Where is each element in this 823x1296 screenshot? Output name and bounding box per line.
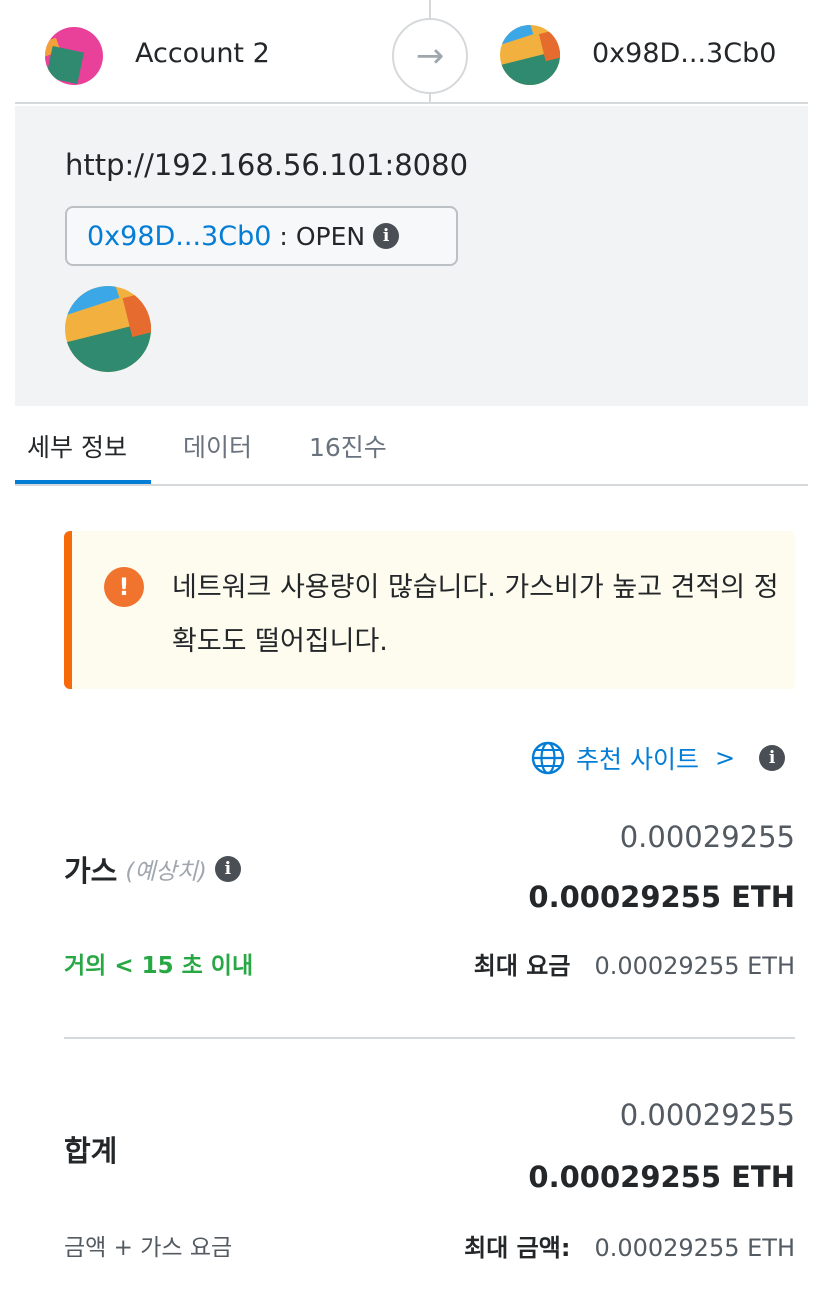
tab-details[interactable]: 세부 정보	[27, 428, 127, 464]
total-max-amount: 최대 금액: 0.00029255 ETH	[464, 1228, 795, 1263]
max-amount-label: 최대 금액:	[464, 1234, 571, 1262]
total-fiat-value: 0.00029255	[619, 1098, 795, 1132]
network-busy-warning: ! 네트워크 사용량이 많습니다. 가스비가 높고 견적의 정확도도 떨어집니다…	[64, 531, 795, 689]
total-eth-value: 0.00029255 ETH	[528, 1160, 795, 1194]
pill-state: OPEN	[295, 221, 366, 251]
max-fee-label: 최대 요금	[473, 952, 571, 980]
contract-avatar	[65, 286, 151, 372]
details-tabs: 세부 정보 데이터 16진수	[15, 406, 808, 486]
globe-icon	[531, 741, 565, 775]
account-method-pill[interactable]: 0x98D...3Cb0 : OPEN i	[65, 206, 458, 266]
gas-eth-value: 0.00029255 ETH	[528, 880, 795, 914]
info-icon[interactable]: i	[759, 745, 786, 771]
recommended-site-link[interactable]: 추천 사이트	[576, 740, 699, 776]
pill-separator: :	[279, 221, 288, 251]
gas-fiat-value: 0.00029255	[619, 820, 795, 854]
arrow-right-icon: →	[392, 18, 468, 94]
recipient-avatar	[500, 25, 560, 85]
origin-panel: http://192.168.56.101:8080 0x98D...3Cb0 …	[15, 106, 808, 406]
tab-hex[interactable]: 16진수	[309, 428, 387, 464]
pill-address[interactable]: 0x98D...3Cb0	[87, 221, 271, 252]
connector-line-bottom	[429, 92, 431, 104]
gas-time-estimate: 거의 < 15 초 이내	[64, 953, 254, 979]
gas-max-fee: 최대 요금 0.00029255 ETH	[474, 946, 795, 981]
gas-estimate-label: (예상치)	[125, 859, 207, 885]
total-label: 합계	[64, 1134, 118, 1168]
recommended-site-row: 추천 사이트 > i	[530, 736, 786, 780]
chevron-right-icon[interactable]: >	[715, 744, 735, 772]
section-divider	[64, 1037, 795, 1039]
origin-url: http://192.168.56.101:8080	[65, 148, 469, 182]
warning-text: 네트워크 사용량이 많습니다. 가스비가 높고 견적의 정확도도 떨어집니다.	[172, 572, 779, 657]
gas-label: 가스	[64, 854, 118, 888]
active-tab-indicator	[15, 480, 151, 484]
tab-data[interactable]: 데이터	[183, 428, 252, 464]
info-icon[interactable]: i	[214, 856, 241, 882]
warning-icon: !	[104, 567, 144, 607]
sender-recipient-bar: Account 2 → 0x98D...3Cb0	[15, 0, 808, 104]
confirm-transaction-page: Account 2 → 0x98D...3Cb0 http://192.168.…	[0, 0, 823, 1296]
gas-label-row: 가스 (예상치) i	[64, 848, 241, 890]
sender-account-name[interactable]: Account 2	[135, 38, 270, 69]
sender-avatar	[45, 27, 103, 85]
max-fee-value: 0.00029255 ETH	[594, 952, 795, 980]
max-amount-value: 0.00029255 ETH	[594, 1234, 795, 1262]
info-icon[interactable]: i	[373, 223, 400, 249]
recipient-address[interactable]: 0x98D...3Cb0	[592, 38, 776, 69]
total-sub-label: 금액 + 가스 요금	[64, 1235, 233, 1261]
